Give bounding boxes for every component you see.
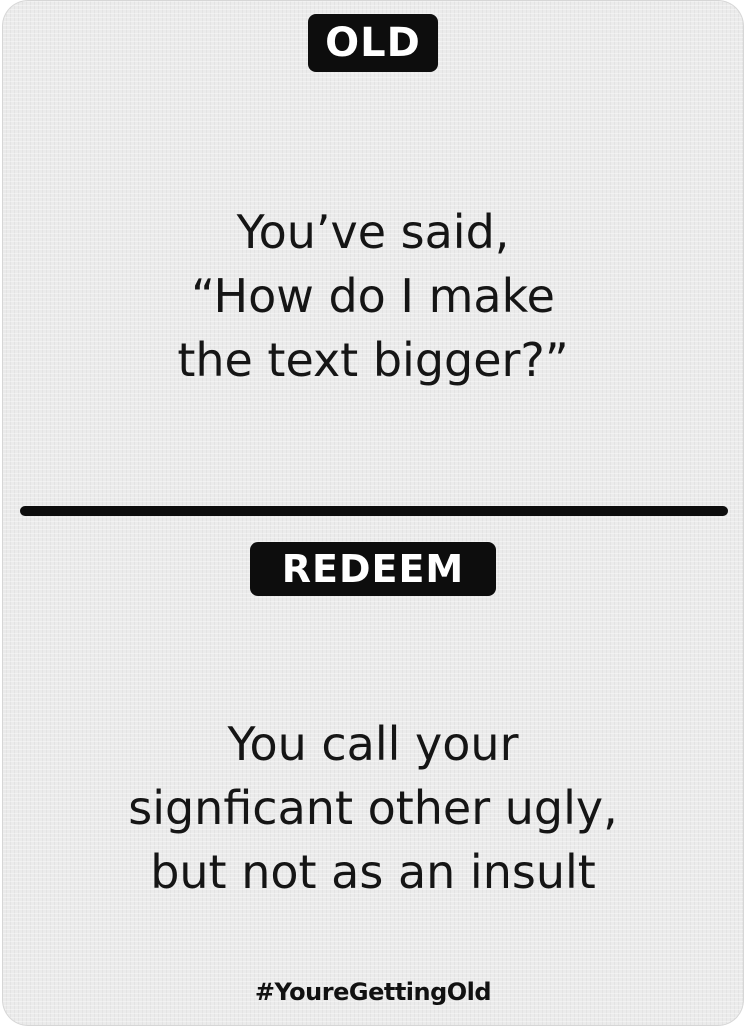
redeem-statement-line: You call your bbox=[227, 717, 519, 771]
redeem-label: REDEEM bbox=[250, 542, 496, 596]
game-card: OLD You’ve said, “How do I make the text… bbox=[2, 0, 744, 1026]
old-statement-line: “How do I make bbox=[191, 269, 555, 323]
section-divider bbox=[20, 506, 728, 516]
redeem-statement-line: but not as an insult bbox=[150, 845, 596, 899]
old-statement-line: You’ve said, bbox=[236, 205, 510, 259]
old-statement-line: the text bigger?” bbox=[177, 333, 569, 387]
redeem-statement-line: signficant other ugly, bbox=[128, 781, 618, 835]
old-statement: You’ve said, “How do I make the text big… bbox=[22, 200, 724, 392]
old-label: OLD bbox=[308, 14, 438, 72]
hashtag-footer: #YoureGettingOld bbox=[254, 978, 492, 1006]
redeem-statement: You call your signficant other ugly, but… bbox=[22, 712, 724, 904]
